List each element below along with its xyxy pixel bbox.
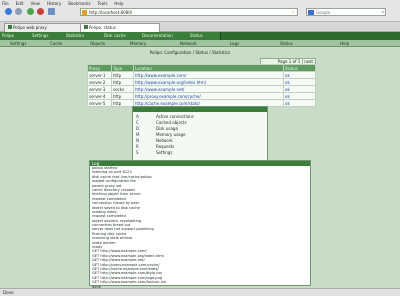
row-status[interactable]: ok xyxy=(285,73,290,78)
legend-key: S xyxy=(136,150,139,155)
row-name: server-3 xyxy=(87,85,112,93)
browser-menu-history[interactable]: History xyxy=(47,1,61,6)
column-header[interactable]: Proxy xyxy=(87,64,112,72)
browser-menu-bookmarks[interactable]: Bookmarks xyxy=(68,1,90,6)
row-url-link[interactable]: http://www.example.org/index.html xyxy=(135,80,206,85)
back-icon[interactable] xyxy=(5,8,12,15)
submenu-logs[interactable]: Logs xyxy=(230,40,239,47)
tab-label: Polipo: status xyxy=(89,25,116,30)
tab-icon xyxy=(8,25,12,29)
row-url-link[interactable]: http://cache.example.com/stats/ xyxy=(135,101,200,106)
row-name: server-5 xyxy=(87,99,112,107)
proxy-table: Proxy Type Location Status server-1 http… xyxy=(87,64,316,107)
row-status[interactable]: ok xyxy=(285,80,290,85)
submenu-network[interactable]: Network xyxy=(180,40,197,47)
search-placeholder: Google xyxy=(316,10,331,15)
browser-menubar: File Edit View History Bookmarks Tools H… xyxy=(2,1,124,6)
row-name: server-4 xyxy=(87,92,112,100)
tab-icon xyxy=(84,25,88,29)
legend-text: Settings xyxy=(156,150,173,155)
row-name: server-2 xyxy=(87,78,112,86)
forward-icon[interactable] xyxy=(15,8,22,15)
app-menu-status[interactable]: Status xyxy=(188,32,221,40)
stop-icon[interactable] xyxy=(37,8,44,15)
browser-menu-help[interactable]: Help xyxy=(114,1,123,6)
row-type: http xyxy=(111,92,134,100)
reload-icon[interactable] xyxy=(27,8,34,15)
table-row: server-3 socks http://www.example.net/ o… xyxy=(87,85,316,93)
row-url-link[interactable]: http://www.example.net/ xyxy=(135,87,184,92)
legend-panel: A Active connections C Cached objects D Dis… xyxy=(132,106,268,162)
status-bar: Done xyxy=(0,288,400,296)
row-name: server-1 xyxy=(87,71,112,79)
column-header[interactable]: Type xyxy=(111,64,134,72)
column-header[interactable]: Status xyxy=(283,64,316,72)
site-icon xyxy=(82,10,87,15)
row-type: http xyxy=(111,71,134,79)
url-bar[interactable]: http://localhost:8080/ ☆ xyxy=(80,8,298,16)
log-panel[interactable]: Log polipo started listening on port 8123… xyxy=(89,160,311,289)
app-submenu: Settings Cache Objects Memory Network Lo… xyxy=(0,40,400,47)
tab-label: Polipo web proxy xyxy=(13,25,47,30)
app-menu-statistics[interactable]: Statistics xyxy=(64,32,107,40)
browser-menu-edit[interactable]: Edit xyxy=(16,1,24,6)
submenu-status[interactable]: Status xyxy=(280,40,293,47)
browser-menu-file[interactable]: File xyxy=(2,1,9,6)
column-header[interactable]: Location xyxy=(133,64,284,72)
row-status[interactable]: ok xyxy=(285,94,290,99)
table-row: server-4 http http://proxy.example.com/c… xyxy=(87,92,316,100)
submenu-settings[interactable]: Settings xyxy=(10,40,26,47)
table-row: server-1 http http://www.example.com/ ok xyxy=(87,71,316,79)
page-banner: Polipo: Configuration / Status / Statist… xyxy=(149,50,231,55)
legend-item: S Settings xyxy=(136,150,264,156)
search-box[interactable]: Google ⌕ xyxy=(306,8,386,16)
table-row: server-2 http http://www.example.org/ind… xyxy=(87,78,316,86)
row-type: http xyxy=(111,78,134,86)
status-text: Done xyxy=(3,290,14,295)
app-menu: Polipo Settings Statistics Disk cache Do… xyxy=(0,32,400,40)
browser-menu-tools[interactable]: Tools xyxy=(98,1,108,6)
app-menu-documentation[interactable]: Documentation xyxy=(140,32,193,40)
row-type: http xyxy=(111,99,134,107)
url-text[interactable]: http://localhost:8080/ xyxy=(89,10,132,15)
home-icon[interactable] xyxy=(48,8,55,15)
search-icon[interactable]: ⌕ xyxy=(382,9,384,15)
search-engine-icon[interactable] xyxy=(308,10,314,15)
row-status[interactable]: ok xyxy=(285,101,290,106)
row-status[interactable]: ok xyxy=(285,87,290,92)
app-menu-disk-cache[interactable]: Disk cache xyxy=(102,32,145,40)
row-type: socks xyxy=(111,85,134,93)
submenu-memory[interactable]: Memory xyxy=(130,40,146,47)
submenu-objects[interactable]: Objects xyxy=(90,40,105,47)
submenu-help[interactable]: Help xyxy=(340,40,349,47)
star-icon[interactable]: ☆ xyxy=(291,9,295,15)
table-header-row: Proxy Type Location Status xyxy=(87,64,316,72)
log-lines: polipo started listening on port 8123 disk… xyxy=(90,166,310,289)
submenu-cache[interactable]: Cache xyxy=(50,40,62,47)
browser-menu-view[interactable]: View xyxy=(30,1,40,6)
row-url-link[interactable]: http://proxy.example.com/cache/ xyxy=(135,94,201,99)
row-url-link[interactable]: http://www.example.com/ xyxy=(135,73,186,78)
